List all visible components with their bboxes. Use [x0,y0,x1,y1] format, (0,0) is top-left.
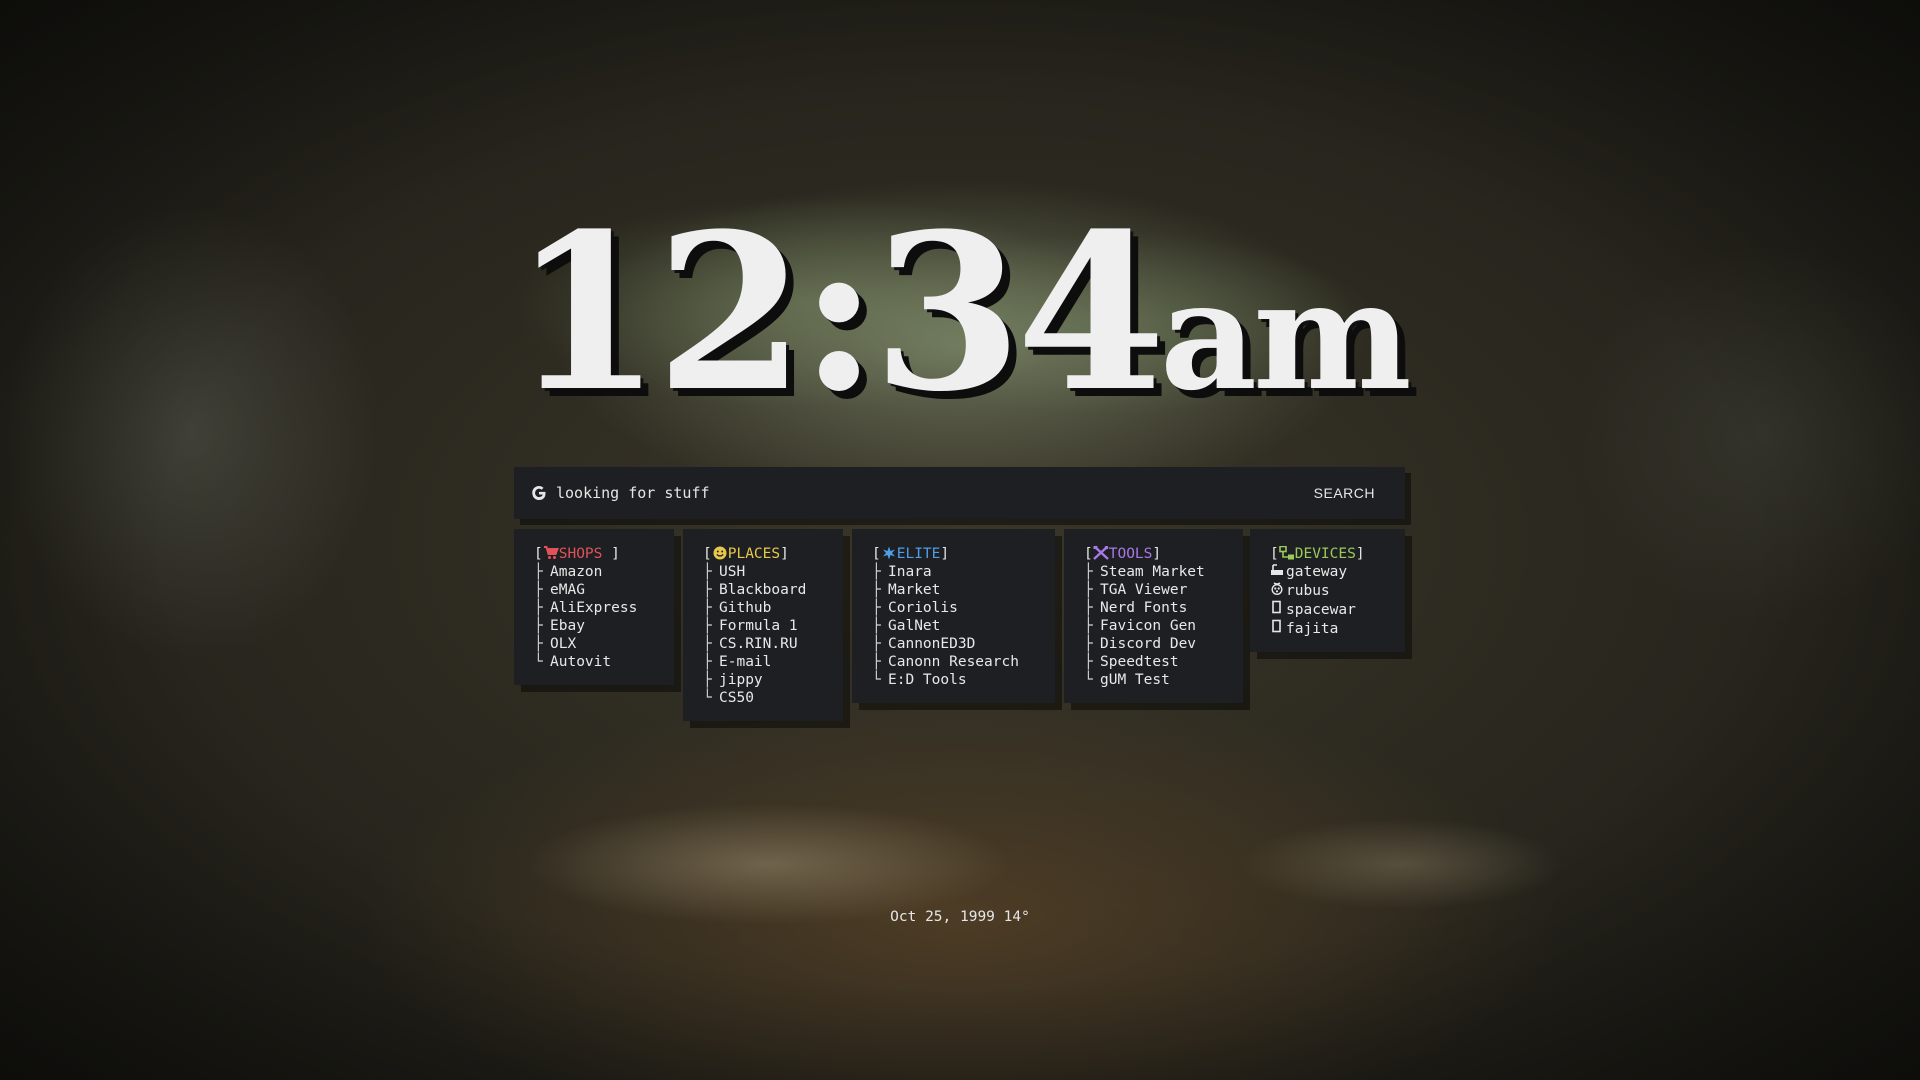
search-input[interactable] [554,483,1308,503]
device-item[interactable]: rubus [1270,581,1385,600]
link-item[interactable]: ├ USH [703,563,823,581]
device-item[interactable]: spacewar [1270,600,1385,619]
card-devices: [DEVICES] gateway rubus spacewar fajita [1250,529,1405,652]
clock-ampm: am [1159,248,1412,424]
link-item[interactable]: ├ Ebay [534,617,654,635]
link-item[interactable]: ├ Canonn Research [872,653,1035,671]
card-title-tools: [TOOLS] [1084,545,1162,562]
link-item[interactable]: ├ Blackboard [703,581,823,599]
card-title-devices: [DEVICES] [1270,545,1365,562]
server-icon [1270,619,1286,638]
link-item[interactable]: ├ Formula 1 [703,617,823,635]
link-item[interactable]: └ gUM Test [1084,671,1223,689]
link-list-places: ├ USH ├ Blackboard ├ Github ├ Formula 1 ├ CS.… [703,563,823,707]
device-item[interactable]: fajita [1270,619,1385,638]
link-item[interactable]: ├ Github [703,599,823,617]
card-label-devices: DEVICES [1294,546,1356,562]
card-elite: [ELITE] ├ Inara ├ Market ├ Coriolis ├ GalNet… [852,529,1055,703]
card-tools: [TOOLS] ├ Steam Market ├ TGA Viewer ├ Nerd … [1064,529,1243,703]
link-item[interactable]: ├ Speedtest [1084,653,1223,671]
link-item[interactable]: ├ eMAG [534,581,654,599]
search-bar: SEARCH [514,467,1405,519]
link-item[interactable]: ├ TGA Viewer [1084,581,1223,599]
tools-icon [1092,545,1109,560]
router-icon [1270,563,1286,581]
link-item[interactable]: └ CS50 [703,689,823,707]
link-item[interactable]: ├ CS.RIN.RU [703,635,823,653]
link-item[interactable]: ├ jippy [703,671,823,689]
clock-time: 12:34 [512,186,1166,439]
star-icon [881,546,897,560]
card-label-tools: TOOLS [1108,546,1153,562]
link-list-tools: ├ Steam Market ├ TGA Viewer ├ Nerd Fonts ├ F… [1084,563,1223,689]
card-label-shops: SHOPS [558,546,603,562]
google-g-icon [530,484,548,502]
clock: 12:34am [0,205,1920,420]
link-item[interactable]: ├ OLX [534,635,654,653]
link-item[interactable]: ├ Favicon Gen [1084,617,1223,635]
card-title-places: [PLACES] [703,546,789,562]
date-weather: Oct 25, 1999 14° [890,909,1030,925]
link-item[interactable]: ├ Nerd Fonts [1084,599,1223,617]
smiley-icon [712,546,728,560]
link-item[interactable]: ├ Steam Market [1084,563,1223,581]
network-icon [1278,545,1295,560]
raspberry-icon [1270,581,1286,600]
link-item[interactable]: ├ Inara [872,563,1035,581]
link-item[interactable]: ├ E-mail [703,653,823,671]
link-list-elite: ├ Inara ├ Market ├ Coriolis ├ GalNet ├ Cannon… [872,563,1035,689]
link-item[interactable]: ├ GalNet [872,617,1035,635]
card-title-elite: [ELITE] [872,546,950,562]
card-title-shops: [SHOPS ] [534,546,620,562]
card-label-elite: ELITE [896,546,941,562]
device-item[interactable]: gateway [1270,563,1385,581]
link-item[interactable]: └ Autovit [534,653,654,671]
link-item[interactable]: ├ CannonED3D [872,635,1035,653]
cart-icon [543,546,559,560]
link-item[interactable]: ├ Coriolis [872,599,1035,617]
server-icon [1270,600,1286,619]
link-item[interactable]: └ E:D Tools [872,671,1035,689]
card-places: [PLACES] ├ USH ├ Blackboard ├ Github ├ Formu… [683,529,843,721]
link-list-devices: gateway rubus spacewar fajita [1270,563,1385,638]
card-label-places: PLACES [727,546,781,562]
search-button[interactable]: SEARCH [1308,484,1381,502]
link-item[interactable]: ├ Amazon [534,563,654,581]
link-item[interactable]: ├ AliExpress [534,599,654,617]
link-list-shops: ├ Amazon ├ eMAG ├ AliExpress ├ Ebay ├ OLX └ Au… [534,563,654,671]
card-shops: [SHOPS ] ├ Amazon ├ eMAG ├ AliExpress ├ Ebay… [514,529,674,685]
link-item[interactable]: ├ Market [872,581,1035,599]
link-item[interactable]: ├ Discord Dev [1084,635,1223,653]
